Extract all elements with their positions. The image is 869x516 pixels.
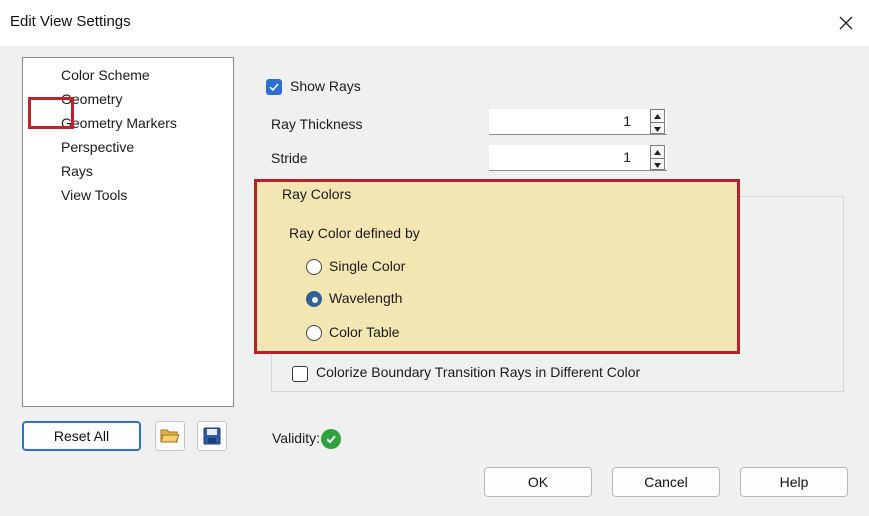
ray-thickness-label: Ray Thickness (271, 116, 363, 132)
stride-spinner[interactable] (650, 145, 665, 170)
tree-item-view-tools[interactable]: View Tools (61, 186, 127, 204)
reset-all-button[interactable]: Reset All (22, 421, 141, 451)
wavelength-label[interactable]: Wavelength (329, 290, 402, 306)
ray-thickness-value[interactable]: 1 (623, 113, 631, 129)
stride-label: Stride (271, 150, 308, 166)
ok-button[interactable]: OK (484, 467, 592, 497)
ray-thickness-spinner[interactable] (650, 109, 665, 134)
ray-colors-group-label: Ray Colors (282, 186, 352, 202)
title-bar: Edit View Settings (0, 0, 869, 46)
spin-up-icon[interactable] (651, 110, 664, 123)
colorize-boundary-label[interactable]: Colorize Boundary Transition Rays in Dif… (316, 364, 640, 380)
help-button[interactable]: Help (740, 467, 848, 497)
spin-down-icon[interactable] (651, 159, 664, 171)
valid-check-icon (321, 429, 341, 449)
single-color-radio[interactable] (306, 259, 322, 275)
cancel-button[interactable]: Cancel (612, 467, 720, 497)
checkmark-icon (269, 83, 279, 92)
show-rays-label: Show Rays (290, 78, 361, 94)
single-color-label[interactable]: Single Color (329, 258, 405, 274)
validity-label: Validity: (272, 430, 320, 446)
save-disk-icon (203, 427, 221, 445)
stride-spinbox[interactable]: 1 (489, 145, 667, 171)
folder-open-icon (160, 429, 180, 443)
wavelength-radio[interactable] (306, 291, 322, 307)
tree-item-geometry-markers[interactable]: Geometry Markers (61, 114, 177, 132)
spin-up-icon[interactable] (651, 146, 664, 159)
tree-item-perspective[interactable]: Perspective (61, 138, 134, 156)
tree-item-rays[interactable]: Rays (61, 162, 93, 180)
close-icon (839, 16, 853, 30)
open-button[interactable] (155, 421, 185, 451)
tree-item-geometry[interactable]: Geometry (61, 90, 122, 108)
save-button[interactable] (197, 421, 227, 451)
ray-color-defined-by-label: Ray Color defined by (289, 225, 420, 241)
dialog-title: Edit View Settings (10, 13, 131, 30)
stride-value[interactable]: 1 (623, 149, 631, 165)
spin-down-icon[interactable] (651, 123, 664, 135)
settings-tree[interactable] (22, 57, 234, 407)
ray-thickness-spinbox[interactable]: 1 (489, 109, 667, 135)
color-table-radio[interactable] (306, 325, 322, 341)
show-rays-checkbox[interactable] (266, 79, 282, 95)
close-button[interactable] (823, 0, 869, 46)
tree-item-color-scheme[interactable]: Color Scheme (61, 66, 150, 84)
ray-colors-highlight-box (254, 179, 740, 354)
colorize-boundary-checkbox[interactable] (292, 366, 308, 382)
color-table-label[interactable]: Color Table (329, 324, 400, 340)
